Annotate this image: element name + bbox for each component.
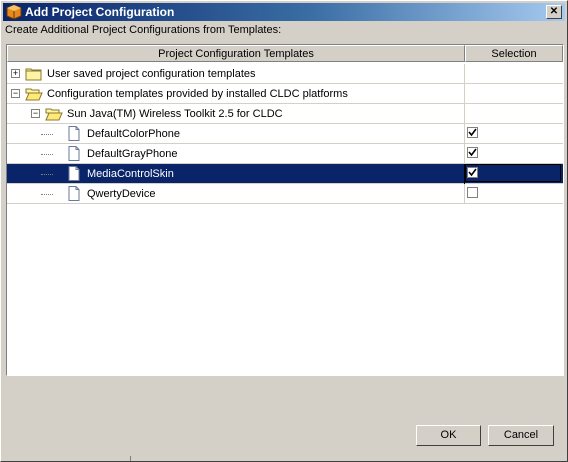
column-separator — [464, 84, 465, 104]
tree-row[interactable]: QwertyDevice — [7, 184, 563, 204]
tree-connector-line — [41, 134, 53, 136]
tree-row-label: DefaultGrayPhone — [87, 148, 178, 160]
close-button[interactable]: ✕ — [546, 5, 562, 19]
document-icon — [65, 126, 83, 141]
selection-checkbox[interactable] — [467, 127, 478, 138]
document-icon — [65, 186, 83, 201]
column-separator — [464, 64, 465, 84]
folder-icon — [25, 66, 43, 81]
tree-row-label: DefaultColorPhone — [87, 128, 180, 140]
tree-connector-line — [41, 154, 53, 156]
tree-row-label: User saved project configuration templat… — [47, 68, 256, 80]
check-icon — [468, 148, 477, 157]
folder-open-icon — [25, 86, 43, 101]
check-icon — [468, 168, 477, 177]
selection-checkbox[interactable] — [467, 187, 478, 198]
tree-row[interactable]: MediaControlSkin — [7, 164, 563, 184]
check-icon — [468, 128, 477, 137]
tree-row-label: Sun Java(TM) Wireless Toolkit 2.5 for CL… — [67, 108, 283, 120]
tree-connector-line — [41, 174, 53, 176]
selection-checkbox[interactable] — [467, 147, 478, 158]
tree-row[interactable]: DefaultGrayPhone — [7, 144, 563, 164]
collapse-icon[interactable]: − — [11, 89, 20, 98]
tree-row[interactable]: + User saved project configuration templa… — [7, 64, 563, 84]
add-project-configuration-dialog: Add Project Configuration ✕ Create Addit… — [0, 0, 568, 462]
netbeans-cube-icon — [6, 4, 22, 20]
tree-row[interactable]: DefaultColorPhone — [7, 124, 563, 144]
selection-checkbox[interactable] — [467, 167, 478, 178]
column-header-templates[interactable]: Project Configuration Templates — [7, 45, 465, 62]
dialog-subtitle: Create Additional Project Configurations… — [5, 24, 282, 36]
close-icon: ✕ — [549, 6, 559, 17]
column-header-selection[interactable]: Selection — [465, 45, 563, 62]
tree-row-label: QwertyDevice — [87, 188, 156, 200]
resize-grip[interactable] — [130, 456, 155, 461]
column-separator — [464, 124, 465, 144]
tree-row-label: Configuration templates provided by inst… — [47, 88, 348, 100]
tree-connector-line — [41, 194, 53, 196]
tree-row[interactable]: − Sun Java(TM) Wireless Toolkit 2.5 for C… — [7, 104, 563, 124]
column-separator — [464, 104, 465, 124]
selection-cell-focus — [465, 164, 561, 182]
document-icon — [65, 166, 83, 181]
tree-row[interactable]: − Configuration templates provided by ins… — [7, 84, 563, 104]
tree-row-label: MediaControlSkin — [87, 168, 174, 180]
ok-button[interactable]: OK — [416, 425, 481, 446]
table-header: Project Configuration Templates Selectio… — [7, 45, 563, 63]
column-separator — [464, 144, 465, 164]
cancel-button[interactable]: Cancel — [488, 425, 554, 446]
window-title: Add Project Configuration — [25, 5, 175, 19]
column-separator — [464, 184, 465, 204]
folder-open-icon — [45, 106, 63, 121]
expand-icon[interactable]: + — [11, 69, 20, 78]
templates-tree-table: Project Configuration Templates Selectio… — [6, 44, 564, 376]
document-icon — [65, 146, 83, 161]
title-bar[interactable]: Add Project Configuration ✕ — [3, 3, 565, 21]
collapse-icon[interactable]: − — [31, 109, 40, 118]
